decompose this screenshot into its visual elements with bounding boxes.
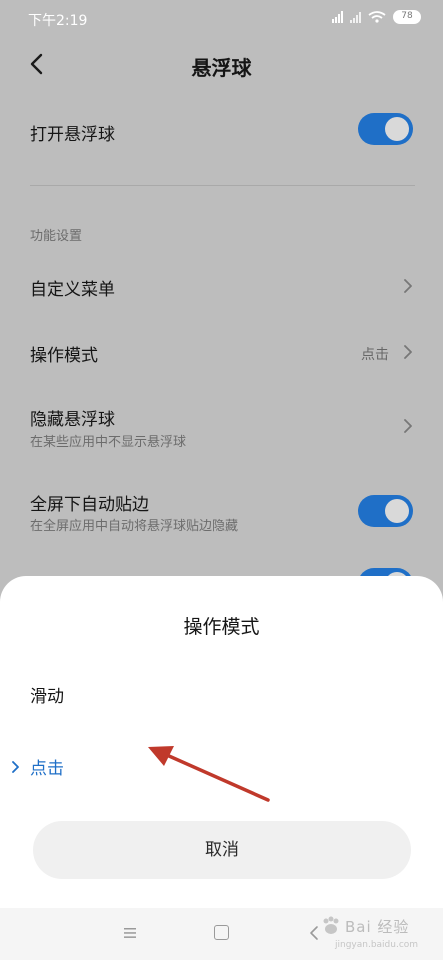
- fullscreen-edge-description: 在全屏应用中自动将悬浮球贴边隐藏: [30, 519, 239, 534]
- signal-secondary-icon: [350, 11, 361, 23]
- status-bar: 下午2:19 78: [0, 0, 443, 40]
- fullscreen-edge-label: 全屏下自动贴边: [30, 495, 149, 515]
- page-title: 悬浮球: [191, 56, 252, 80]
- operation-mode-row[interactable]: 操作模式 点击: [0, 330, 443, 374]
- section-label: 功能设置: [30, 229, 83, 244]
- option-label: 滑动: [30, 687, 64, 707]
- custom-menu-label: 自定义菜单: [30, 280, 115, 300]
- signal-icon: [332, 11, 343, 23]
- home-icon[interactable]: [214, 925, 229, 940]
- hide-ball-description: 在某些应用中不显示悬浮球: [30, 435, 187, 450]
- hide-ball-label: 隐藏悬浮球: [30, 410, 115, 430]
- floating-ball-row[interactable]: 打开悬浮球: [0, 108, 443, 152]
- watermark-text: Bai 经验: [345, 918, 410, 936]
- chevron-right-icon: [404, 279, 412, 293]
- fullscreen-edge-row[interactable]: 全屏下自动贴边 在全屏应用中自动将悬浮球贴边隐藏: [0, 485, 443, 541]
- divider: [30, 185, 415, 186]
- option-label: 点击: [30, 759, 64, 779]
- floating-ball-label: 打开悬浮球: [30, 125, 115, 145]
- baidu-watermark: Bai 经验 jingyan.baidu.com: [319, 908, 419, 960]
- status-time: 下午2:19: [28, 13, 88, 29]
- operation-mode-label: 操作模式: [30, 346, 98, 366]
- annotation-arrow-icon: [148, 746, 270, 802]
- battery-icon: 78: [393, 10, 421, 24]
- dialog-title: 操作模式: [183, 616, 260, 638]
- option-slide[interactable]: 滑动: [0, 666, 443, 722]
- paw-logo-icon: [323, 916, 339, 934]
- operation-mode-value: 点击: [361, 347, 389, 363]
- chevron-right-icon: [404, 419, 412, 433]
- hide-ball-row[interactable]: 隐藏悬浮球 在某些应用中不显示悬浮球: [0, 400, 443, 456]
- status-icons: 78: [332, 10, 421, 24]
- fullscreen-edge-toggle[interactable]: [358, 495, 413, 527]
- watermark-url: jingyan.baidu.com: [335, 940, 419, 950]
- navigation-bar: Bai 经验 jingyan.baidu.com: [0, 908, 443, 960]
- chevron-right-icon: [404, 345, 412, 359]
- custom-menu-row[interactable]: 自定义菜单: [0, 265, 443, 309]
- floating-ball-toggle[interactable]: [358, 113, 413, 145]
- menu-icon[interactable]: [122, 926, 138, 940]
- header: 悬浮球: [0, 40, 443, 90]
- cancel-button[interactable]: 取消: [33, 821, 411, 879]
- selected-indicator-icon: [12, 761, 19, 773]
- wifi-icon: [368, 11, 386, 23]
- settings-page: 下午2:19 78 悬浮球 打开悬浮球 功能设置 自定义菜单 操作模式 点击 隐…: [0, 0, 443, 960]
